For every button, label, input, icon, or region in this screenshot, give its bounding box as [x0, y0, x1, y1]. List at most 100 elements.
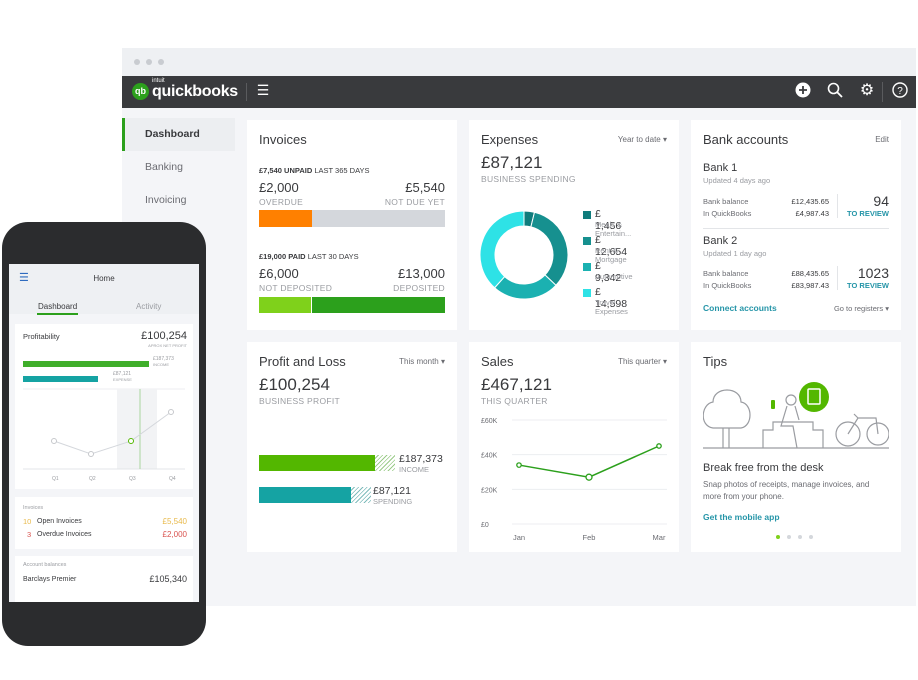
help-icon[interactable]: ?	[889, 82, 911, 103]
paid-word: PAID	[288, 252, 306, 261]
phone-screen: ☰ Home Dashboard Activity Profitability …	[9, 264, 199, 602]
divider	[837, 266, 838, 290]
phone-tab-activity[interactable]: Activity	[136, 302, 161, 311]
quarter-label: Q3	[129, 476, 136, 482]
bank-account-2[interactable]: Bank 2 Updated 1 day ago Bank balance £8…	[703, 235, 889, 305]
sidebar-item-invoicing[interactable]: Invoicing	[122, 184, 235, 217]
brand-name: quickbooks	[152, 83, 238, 100]
bank-balance-label: Bank balance	[703, 197, 749, 206]
open-label: Open Invoices	[37, 518, 82, 525]
quickbooks-logo-icon: qb	[132, 83, 149, 100]
profit-label: APROX NET PROFIT	[148, 343, 187, 348]
carousel-dot-active[interactable]	[776, 535, 780, 539]
expense-bar	[23, 376, 98, 382]
legend-swatch	[583, 289, 591, 297]
bank-balance-label: Bank balance	[703, 269, 749, 278]
not-deposited-segment[interactable]	[259, 297, 312, 313]
expenses-total-label: BUSINESS SPENDING	[481, 174, 576, 184]
overdue-value: £2,000	[259, 180, 299, 195]
phone-invoices-card[interactable]: Invoices 10 Open Invoices £5,540 3 Overd…	[15, 497, 193, 549]
card-title: Sales	[481, 354, 514, 369]
profit-total-label: BUSINESS PROFIT	[259, 396, 341, 406]
spending-bar[interactable]	[259, 487, 351, 503]
bank-account-1[interactable]: Bank 1 Updated 4 days ago Bank balance £…	[703, 162, 889, 232]
search-icon[interactable]	[824, 82, 846, 103]
phone-tab-dashboard[interactable]: Dashboard	[37, 302, 79, 315]
legend-swatch	[583, 263, 591, 271]
hamburger-icon[interactable]: ☰	[252, 82, 274, 99]
not-deposited-value: £6,000	[259, 266, 299, 281]
not-due-label: NOT DUE YET	[384, 197, 445, 207]
deposited-value: £13,000	[398, 266, 445, 281]
legend-label: Travel Expenses	[595, 298, 628, 316]
donut-slice[interactable]	[493, 274, 557, 300]
period-label: This quarter	[618, 357, 661, 366]
income-label: INCOME	[153, 362, 169, 367]
paid-bar[interactable]	[259, 297, 445, 313]
to-review-link[interactable]: TO REVIEW	[847, 209, 889, 218]
expenses-total: £87,121	[481, 153, 543, 172]
profitability-card[interactable]: Profitability £100,254 APROX NET PROFIT …	[15, 324, 193, 489]
donut-slice[interactable]	[479, 210, 525, 289]
tips-card: Tips Break free from the desk Snap photo…	[691, 342, 901, 552]
go-to-registers-dropdown[interactable]: Go to registers ▾	[834, 304, 889, 313]
legend-swatch	[583, 211, 591, 219]
open-value: £5,540	[162, 517, 187, 526]
tip-heading: Break free from the desk	[703, 462, 824, 474]
bank-name: Bank 2	[703, 235, 738, 247]
caret-down-icon: ▾	[440, 357, 445, 366]
period-dropdown[interactable]: Year to date ▾	[618, 135, 667, 144]
window-dot[interactable]	[158, 59, 164, 65]
unpaid-amount: £7,540	[259, 166, 282, 175]
data-point[interactable]	[585, 473, 593, 481]
to-review-link[interactable]: TO REVIEW	[847, 281, 889, 290]
donut-slice[interactable]	[530, 211, 569, 286]
period-dropdown[interactable]: This quarter ▾	[618, 357, 667, 366]
x-tick-label: Jan	[513, 533, 525, 542]
legend-label: Automotive	[595, 272, 633, 281]
profit-value: £100,254	[141, 330, 187, 342]
profit-loss-card: Profit and Loss This month ▾ £100,254 BU…	[247, 342, 457, 552]
sales-line-chart: £0 £20K £40K £60K Jan Feb Mar	[481, 418, 667, 542]
card-title: Bank accounts	[703, 132, 789, 147]
profit-trend-chart	[23, 388, 185, 470]
carousel-dot[interactable]	[787, 535, 791, 539]
connect-accounts-link[interactable]: Connect accounts	[703, 303, 777, 313]
sidebar-item-dashboard[interactable]: Dashboard	[122, 118, 235, 151]
income-bar-hatch	[375, 455, 395, 471]
spending-value: £87,121	[373, 485, 411, 497]
y-tick-label: £0	[481, 522, 489, 529]
x-tick-label: Feb	[583, 533, 596, 542]
invoices-card: Invoices £7,540 UNPAID LAST 365 DAYS £2,…	[247, 120, 457, 330]
account-name: Barclays Premier	[23, 576, 77, 583]
data-point[interactable]	[516, 462, 522, 468]
bank-accounts-card: Bank accounts Edit Bank 1 Updated 4 days…	[691, 120, 901, 330]
card-title: Account balances	[23, 562, 67, 568]
quarter-label: Q2	[89, 476, 96, 482]
get-mobile-app-link[interactable]: Get the mobile app	[703, 512, 780, 522]
period-label: This month	[399, 357, 439, 366]
unpaid-bar[interactable]	[259, 210, 445, 227]
qb-balance-label: In QuickBooks	[703, 281, 752, 290]
carousel-dot[interactable]	[798, 535, 802, 539]
income-bar[interactable]	[259, 455, 375, 471]
bank-name: Bank 1	[703, 162, 738, 174]
overdue-value: £2,000	[162, 530, 187, 539]
window-dot[interactable]	[146, 59, 152, 65]
sidebar-item-banking[interactable]: Banking	[122, 151, 235, 184]
data-point[interactable]	[656, 443, 662, 449]
edit-link[interactable]: Edit	[875, 135, 889, 144]
plus-circle-icon[interactable]	[792, 82, 814, 103]
deposited-label: DEPOSITED	[393, 283, 445, 293]
period-dropdown[interactable]: This month ▾	[399, 357, 445, 366]
carousel-dot[interactable]	[809, 535, 813, 539]
phone-balances-card[interactable]: Account balances Barclays Premier £105,3…	[15, 556, 193, 602]
registers-label: Go to registers	[833, 304, 884, 313]
window-dot[interactable]	[134, 59, 140, 65]
gear-icon[interactable]: ⚙	[856, 80, 878, 100]
overdue-segment[interactable]	[259, 210, 312, 227]
bank-updated: Updated 4 days ago	[703, 176, 771, 185]
x-tick-label: Mar	[653, 533, 666, 542]
unpaid-period: LAST 365 DAYS	[314, 166, 370, 175]
qb-balance-value: £4,987.43	[795, 209, 829, 218]
